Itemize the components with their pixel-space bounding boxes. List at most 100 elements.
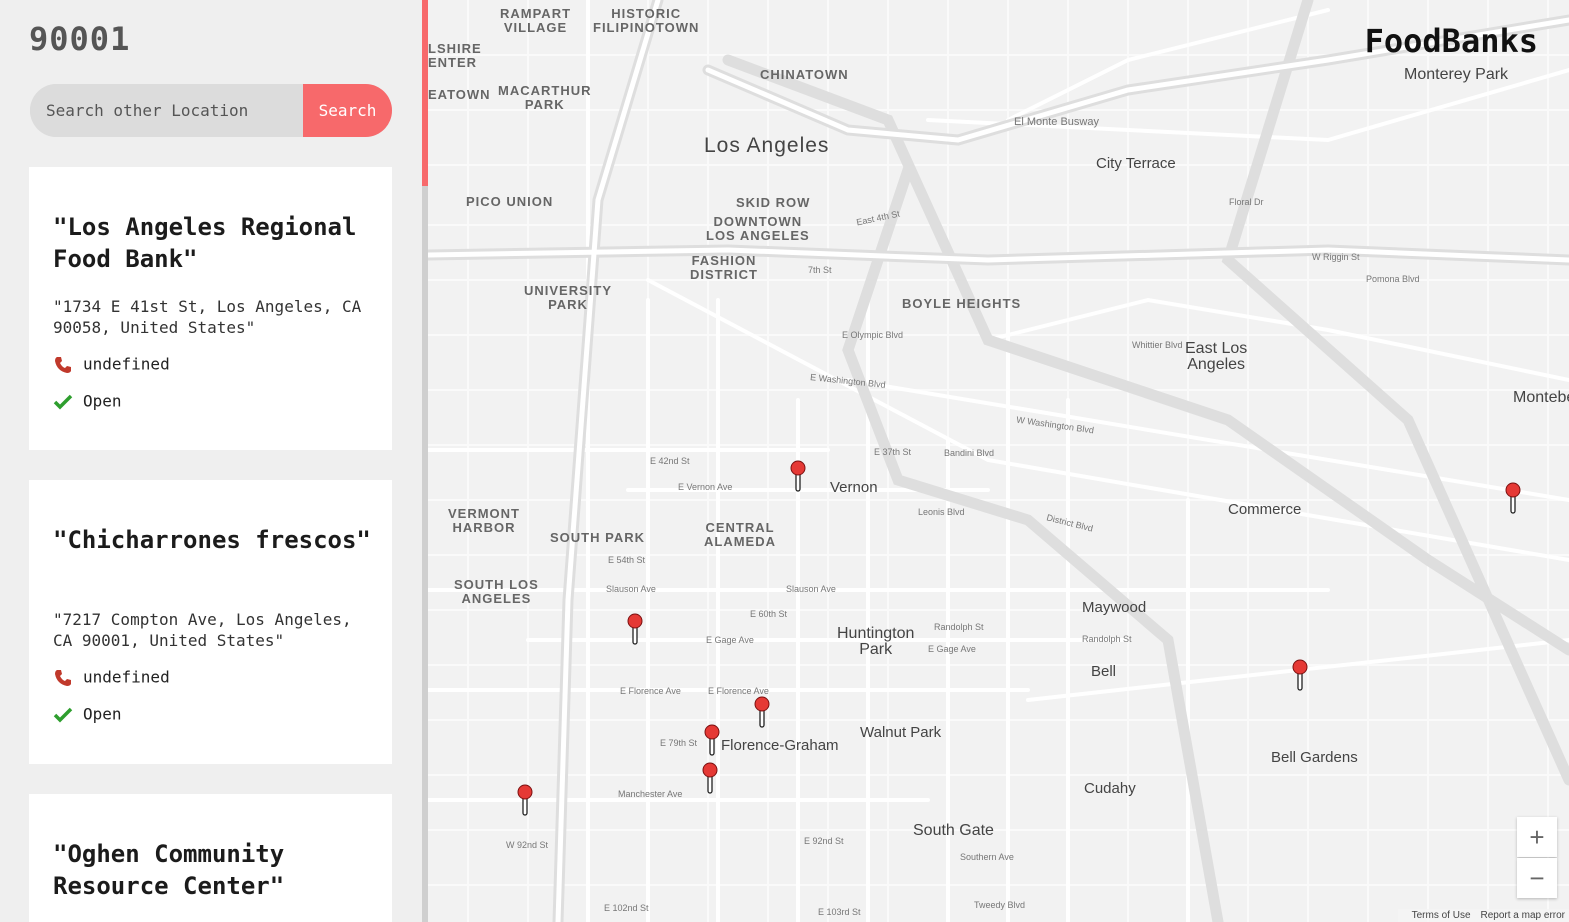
foodbank-marker[interactable]	[1291, 659, 1309, 691]
foodbank-marker[interactable]	[789, 460, 807, 492]
map-label: Vernon	[830, 479, 878, 496]
result-phone-text: undefined	[83, 667, 170, 687]
street-label: E Vernon Ave	[678, 482, 733, 492]
search-button[interactable]: Search	[303, 84, 392, 137]
street-label: E Gage Ave	[928, 644, 976, 654]
map-label: SOUTH LOS ANGELES	[454, 577, 539, 606]
map-label: Walnut Park	[860, 724, 942, 741]
street-label: Leonis Blvd	[918, 507, 965, 517]
foodbank-marker[interactable]	[703, 724, 721, 756]
result-phone-text: undefined	[83, 354, 170, 374]
foodbank-marker[interactable]	[1504, 482, 1522, 514]
street-label: E 102nd St	[604, 903, 649, 913]
map-label: FASHION DISTRICT	[690, 253, 758, 282]
street-label: Whittier Blvd	[1132, 340, 1183, 350]
result-status-text: Open	[83, 704, 122, 724]
search-input[interactable]	[30, 84, 302, 137]
result-phone: undefined	[53, 667, 170, 687]
result-phone: undefined	[53, 354, 170, 374]
map-label: PICO UNION	[466, 194, 554, 209]
street-label: E Florence Ave	[708, 686, 769, 696]
street-label: Tweedy Blvd	[974, 900, 1026, 910]
map-label: SOUTH PARK	[550, 530, 645, 545]
map-label: DOWNTOWN LOS ANGELES	[706, 214, 810, 243]
result-address: "7217 Compton Ave, Los Angeles, CA 90001…	[53, 610, 352, 650]
zoom-out-button[interactable]: −	[1517, 858, 1557, 898]
street-label: E 79th St	[660, 738, 698, 748]
map-label: LSHIRE ENTER	[428, 41, 482, 70]
current-location-title: 90001	[29, 20, 131, 58]
result-card[interactable]: "Oghen Community Resource Center"	[29, 794, 392, 922]
street-label: Bandini Blvd	[944, 448, 995, 458]
map-label: Los Angeles	[704, 134, 830, 157]
map-label: UNIVERSITY PARK	[524, 283, 613, 312]
street-label: Southern Ave	[960, 852, 1014, 862]
map-label: MACARTHUR PARK	[498, 83, 592, 112]
street-label: E Gage Ave	[706, 635, 754, 645]
result-status: Open	[53, 391, 122, 411]
map-label: Cudahy	[1084, 780, 1136, 797]
phone-icon	[55, 356, 71, 373]
street-label: E Florence Ave	[620, 686, 681, 696]
foodbank-marker[interactable]	[753, 696, 771, 728]
checkmark-icon	[53, 394, 73, 409]
terms-link[interactable]: Terms of Use	[1412, 910, 1471, 921]
map-label: VERMONT HARBOR	[448, 506, 520, 535]
street-label: El Monte Busway	[1014, 116, 1099, 128]
map-roads	[428, 0, 1569, 922]
map-label: East Los Angeles	[1185, 340, 1248, 373]
map-view[interactable]: RAMPART VILLAGE HISTORIC FILIPINOTOWN LS…	[428, 0, 1569, 922]
result-status-text: Open	[83, 391, 122, 411]
map-label: Huntington Park	[837, 625, 915, 658]
zoom-in-button[interactable]: +	[1517, 817, 1557, 857]
map-label: EATOWN	[428, 87, 491, 102]
map-label: CHINATOWN	[760, 67, 849, 82]
map-label: HISTORIC FILIPINOTOWN	[593, 6, 700, 35]
street-label: Floral Dr	[1229, 197, 1264, 207]
map-label: RAMPART VILLAGE	[500, 6, 572, 35]
map-label: CENTRAL ALAMEDA	[704, 520, 776, 549]
result-card[interactable]: "Los Angeles Regional Food Bank" "1734 E…	[29, 167, 392, 450]
street-label: 7th St	[808, 265, 832, 275]
street-label: E 54th St	[608, 555, 646, 565]
street-label: Randolph St	[934, 622, 984, 632]
street-label: W 92nd St	[506, 840, 549, 850]
results-sidebar: 90001 Search "Los Angeles Regional Food …	[0, 0, 422, 922]
street-label: E 92nd St	[804, 836, 844, 846]
street-label: E 37th St	[874, 447, 912, 457]
result-status: Open	[53, 704, 122, 724]
street-label: Slauson Ave	[786, 584, 836, 594]
result-name: "Chicharrones frescos"	[53, 526, 371, 554]
map-label: Florence-Graham	[721, 737, 839, 754]
result-card[interactable]: "Chicharrones frescos" "7217 Compton Ave…	[29, 480, 392, 764]
street-label: E 103rd St	[818, 907, 861, 917]
map-label: SKID ROW	[736, 195, 811, 210]
result-name: "Los Angeles Regional Food Bank"	[53, 213, 357, 273]
map-label: South Gate	[913, 822, 994, 839]
street-label: E Olympic Blvd	[842, 330, 904, 340]
street-label: E 42nd St	[650, 456, 690, 466]
map-label: Monterey Park	[1404, 66, 1509, 83]
map-label: Commerce	[1228, 501, 1302, 518]
map-label: City Terrace	[1096, 155, 1176, 172]
map-label: Montebello	[1513, 389, 1569, 406]
phone-icon	[55, 669, 71, 686]
map-label: Maywood	[1082, 599, 1147, 616]
street-label: Manchester Ave	[618, 789, 683, 799]
foodbank-marker[interactable]	[626, 613, 644, 645]
street-label: Slauson Ave	[606, 584, 656, 594]
foodbank-marker[interactable]	[516, 784, 534, 816]
map-label: Bell	[1091, 663, 1117, 680]
street-label: Pomona Blvd	[1366, 274, 1420, 284]
report-error-link[interactable]: Report a map error	[1481, 910, 1565, 921]
street-label: E 60th St	[750, 609, 788, 619]
search-bar: Search	[30, 84, 392, 137]
street-label: Randolph St	[1082, 634, 1132, 644]
map-attribution: Terms of Use Report a map error	[1397, 909, 1569, 922]
result-name: "Oghen Community Resource Center"	[53, 840, 285, 900]
result-address: "1734 E 41st St, Los Angeles, CA 90058, …	[53, 297, 362, 337]
app-brand: FoodBanks	[1364, 22, 1538, 60]
foodbank-marker[interactable]	[701, 762, 719, 794]
map-label: Bell Gardens	[1271, 749, 1358, 766]
checkmark-icon	[53, 707, 73, 722]
